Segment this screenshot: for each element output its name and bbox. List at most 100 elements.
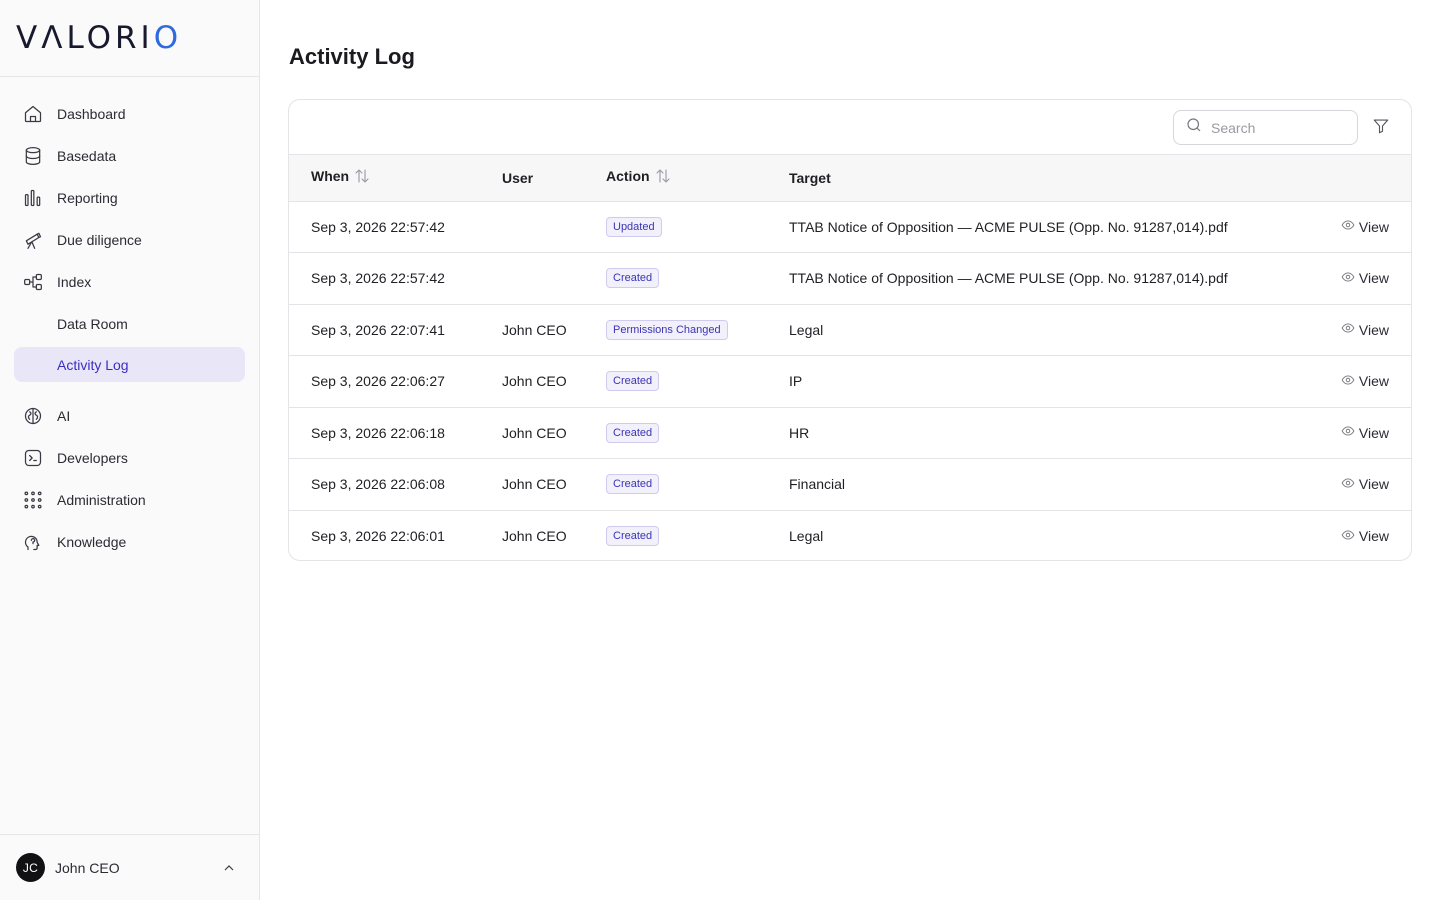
house-icon	[22, 103, 44, 125]
grid-icon	[22, 489, 44, 511]
view-label: View	[1358, 424, 1389, 441]
sidebar-item-administration[interactable]: Administration	[14, 482, 245, 517]
cell-when: Sep 3, 2026 22:06:18	[311, 424, 445, 441]
search-box[interactable]	[1173, 110, 1358, 145]
cell-action: Created	[606, 356, 789, 408]
action-badge: Created	[606, 268, 660, 289]
filter-icon	[1372, 119, 1390, 139]
sidebar-item-index[interactable]: Index	[14, 264, 245, 299]
cell-user: John CEO	[502, 528, 567, 544]
action-badge: Created	[606, 526, 660, 546]
search-input[interactable]	[1211, 119, 1351, 136]
bar-chart-icon	[22, 187, 44, 209]
sidebar-item-label: Administration	[57, 491, 146, 508]
cell-when: Sep 3, 2026 22:06:08	[311, 476, 445, 493]
cell-when: Sep 3, 2026 22:57:42	[311, 270, 445, 287]
sidebar-item-basedata[interactable]: Basedata	[14, 138, 245, 173]
table-row: Sep 3, 2026 22:06:01 John CEO Created Legal…	[289, 510, 1411, 560]
cell-when: Sep 3, 2026 22:06:01	[311, 528, 445, 544]
view-label: View	[1358, 373, 1389, 390]
sidebar-item-label: Data Room	[57, 315, 128, 332]
cell-action: Created	[606, 510, 789, 560]
search-icon	[1185, 116, 1203, 139]
eye-icon	[1341, 424, 1359, 441]
cell-view: View	[1291, 459, 1411, 511]
sort-icon[interactable]	[654, 167, 672, 188]
view-button[interactable]: View	[1341, 270, 1389, 287]
action-badge: Created	[606, 422, 660, 443]
cell-user: John CEO	[502, 321, 567, 338]
cell-view: View	[1291, 356, 1411, 408]
sidebar-item-label: Dashboard	[57, 105, 126, 122]
table-row: Sep 3, 2026 22:57:42 Updated TTAB Notice o…	[289, 201, 1411, 253]
chevron-up-icon[interactable]	[221, 860, 237, 876]
cell-view: View	[1291, 510, 1411, 560]
sidebar-item-label: Developers	[57, 449, 128, 466]
cell-target: IP	[789, 373, 803, 390]
action-badge: Created	[606, 371, 660, 392]
cell-target: Financial	[789, 476, 846, 493]
database-icon	[22, 145, 44, 167]
view-label: View	[1358, 218, 1389, 235]
sidebar-item-dashboard[interactable]: Dashboard	[14, 96, 245, 131]
table-row: Sep 3, 2026 22:57:42 Created TTAB Notice o…	[289, 253, 1411, 305]
logo-area: VΛLORIO	[0, 0, 259, 77]
sidebar-item-data-room[interactable]: Data Room	[14, 306, 245, 341]
view-button[interactable]: View	[1341, 321, 1389, 338]
action-badge: Permissions Changed	[606, 319, 728, 340]
sidebar-item-activity-log[interactable]: Activity Log	[14, 347, 245, 382]
cell-view: View	[1291, 253, 1411, 305]
sidebar-item-label: AI	[57, 407, 71, 424]
sidebar-item-reporting[interactable]: Reporting	[14, 180, 245, 215]
cell-when: Sep 3, 2026 22:57:42	[311, 218, 445, 235]
view-button[interactable]: View	[1341, 476, 1389, 493]
cell-action: Updated	[606, 201, 789, 253]
action-badge: Updated	[606, 216, 662, 237]
brand-logo[interactable]: VΛLORIO	[16, 22, 259, 54]
sidebar-item-due-diligence[interactable]: Due diligence	[14, 222, 245, 257]
view-button[interactable]: View	[1341, 528, 1389, 545]
view-button[interactable]: View	[1341, 218, 1389, 235]
eye-icon	[1341, 270, 1359, 287]
cell-target: HR	[789, 424, 810, 441]
sidebar-item-knowledge[interactable]: Knowledge	[14, 524, 245, 559]
table-row: Sep 3, 2026 22:06:27 John CEO Created IP Vie…	[289, 356, 1411, 408]
cell-when: Sep 3, 2026 22:07:41	[311, 321, 445, 338]
sidebar: VΛLORIO Dashboard Basedata Reporting Due…	[0, 0, 260, 900]
sidebar-item-developers[interactable]: Developers	[14, 440, 245, 475]
view-label: View	[1358, 321, 1389, 338]
view-button[interactable]: View	[1341, 373, 1389, 390]
user-menu[interactable]: JC John CEO	[0, 834, 259, 900]
table-toolbar	[289, 100, 1411, 155]
cell-target: TTAB Notice of Opposition — ACME PULSE (…	[789, 270, 1228, 287]
cell-target: TTAB Notice of Opposition — ACME PULSE (…	[789, 218, 1228, 235]
sidebar-item-ai[interactable]: AI	[14, 398, 245, 433]
column-header-action[interactable]: Action	[606, 155, 789, 202]
cell-user: John CEO	[502, 476, 567, 493]
table-header-row: When User Action Target	[289, 155, 1411, 202]
cell-user	[502, 253, 606, 305]
cell-user: John CEO	[502, 424, 567, 441]
cell-action: Created	[606, 459, 789, 511]
activity-log-card: When User Action Target Sep 3, 2026 22:5…	[288, 99, 1412, 561]
view-button[interactable]: View	[1341, 424, 1389, 441]
sidebar-item-label: Reporting	[57, 189, 118, 206]
cell-action: Permissions Changed	[606, 304, 789, 356]
sidebar-item-label: Activity Log	[57, 356, 129, 373]
eye-icon	[1341, 373, 1359, 390]
column-header-when[interactable]: When	[289, 155, 502, 202]
user-name: John CEO	[55, 859, 120, 876]
filter-button[interactable]	[1372, 117, 1392, 137]
cell-user: John CEO	[502, 373, 567, 390]
network-icon	[22, 271, 44, 293]
cell-view: View	[1291, 407, 1411, 459]
cell-view: View	[1291, 304, 1411, 356]
brain-icon	[22, 405, 44, 427]
cell-action: Created	[606, 407, 789, 459]
sort-icon[interactable]	[353, 167, 371, 188]
eye-icon	[1341, 218, 1359, 235]
cell-view: View	[1291, 201, 1411, 253]
page-title: Activity Log	[289, 44, 415, 69]
column-header-user: User	[502, 155, 606, 202]
action-badge: Created	[606, 474, 660, 495]
